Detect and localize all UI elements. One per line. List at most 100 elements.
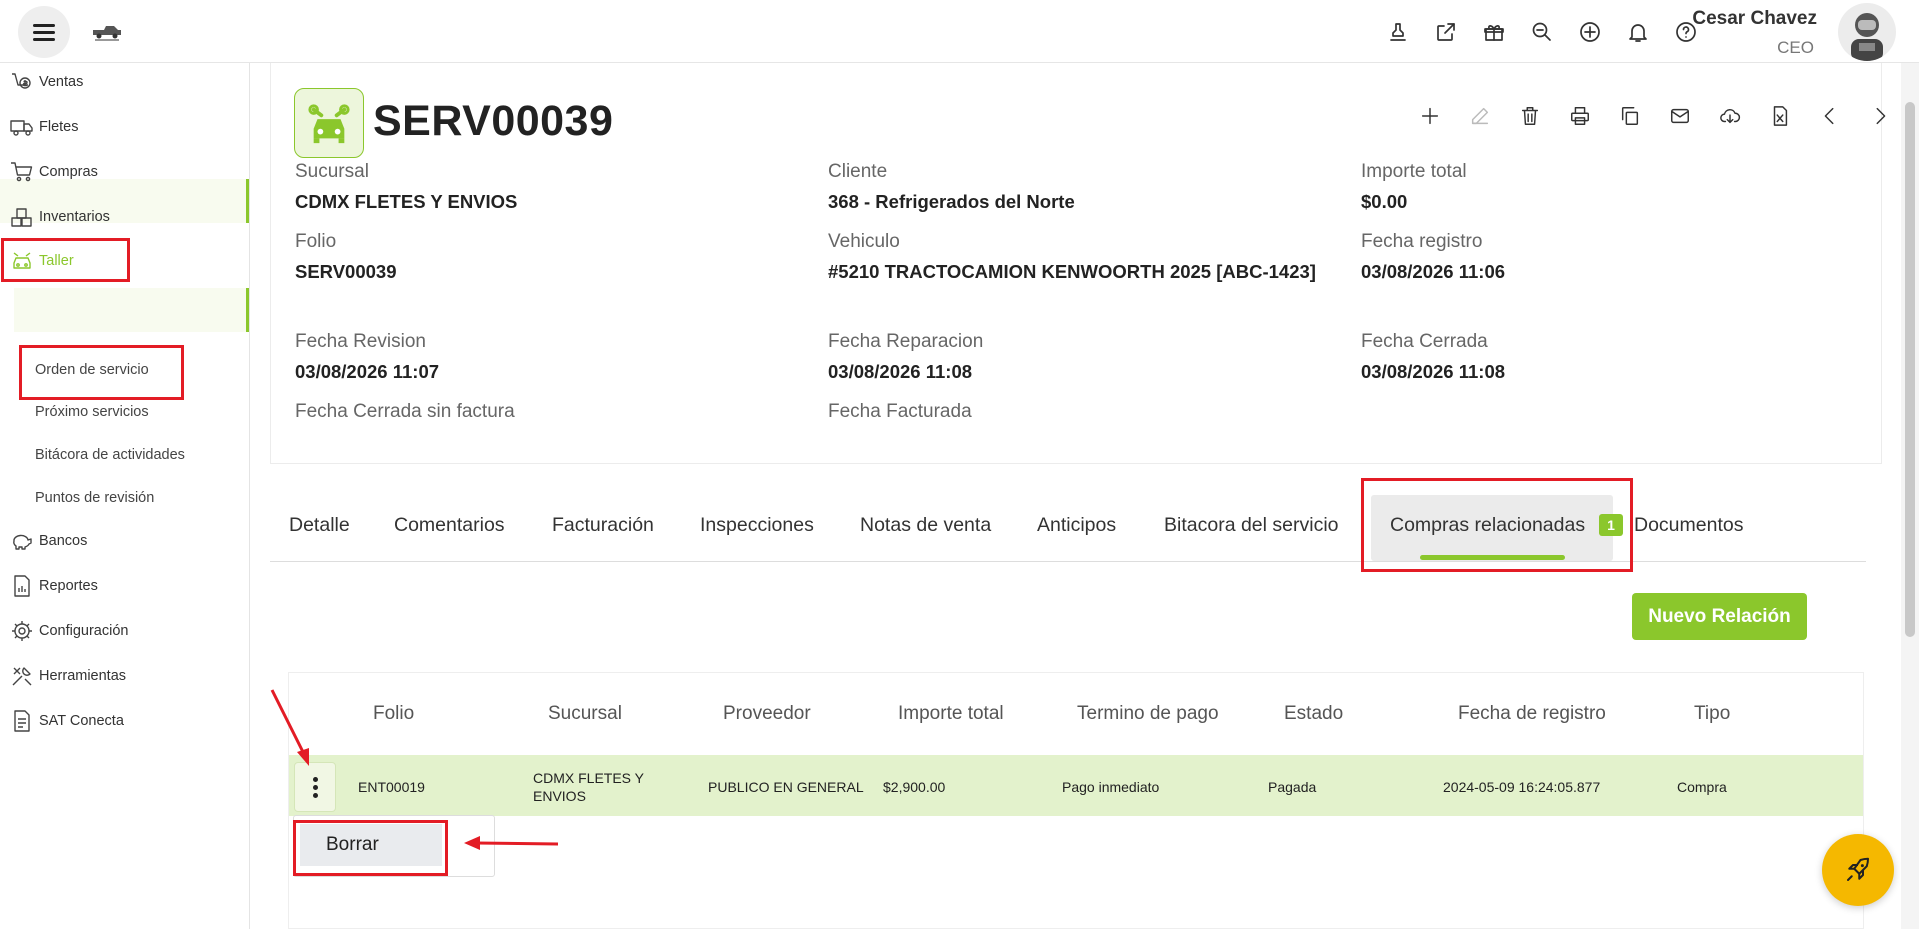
user-role: CEO [1777, 38, 1814, 57]
sidebar-item-herramientas[interactable]: Herramientas [10, 662, 126, 690]
bell-icon[interactable] [1620, 14, 1656, 50]
hamburger-line [33, 24, 55, 27]
tab-anticipos[interactable]: Anticipos [1037, 514, 1116, 537]
copy-icon[interactable] [1605, 100, 1655, 132]
column-header-importe[interactable]: Importe total [898, 703, 1004, 725]
mail-icon[interactable] [1655, 100, 1705, 132]
tab-detalle[interactable]: Detalle [289, 514, 350, 537]
column-header-tipo[interactable]: Tipo [1694, 703, 1730, 725]
sidebar-item-label: Herramientas [39, 668, 127, 684]
chevron-right-icon[interactable] [1855, 100, 1905, 132]
report-icon [14, 575, 30, 597]
submenu-item-bitacora[interactable]: Bitácora de actividades [35, 444, 185, 467]
field-label-sucursal: Sucursal [295, 161, 369, 182]
chevron-left-icon[interactable] [1805, 100, 1855, 132]
field-label-cliente: Cliente [828, 161, 888, 182]
sidebar-item-label: Ventas [39, 74, 84, 90]
column-header-sucursal[interactable]: Sucursal [548, 703, 622, 725]
sidebar-item-label: Compras [39, 164, 98, 180]
cell-proveedor: PUBLICO EN GENERAL [708, 779, 864, 795]
cell-sucursal: CDMX FLETES Y ENVIOS [533, 770, 644, 804]
cell-tipo: Compra [1677, 779, 1727, 795]
top-icon-bar [1380, 14, 1704, 50]
scrollbar-thumb[interactable] [1905, 102, 1915, 637]
tab-bitacora-del-servicio[interactable]: Bitacora del servicio [1164, 514, 1339, 537]
field-label-fecha-cerrada: Fecha Cerrada [1361, 331, 1488, 352]
new-relation-button[interactable]: Nuevo Relación [1632, 593, 1807, 640]
piggy-bank-icon [13, 534, 32, 550]
tab-facturacion[interactable]: Facturación [552, 514, 654, 537]
app-root: Cesar Chavez CEO Ventas Fletes Compras I… [0, 0, 1919, 929]
user-name[interactable]: Cesar Chavez [1692, 8, 1817, 30]
company-logo[interactable] [90, 22, 124, 44]
sidebar-item-reportes[interactable]: Reportes [10, 572, 98, 600]
field-label-importe: Importe total [1361, 161, 1467, 182]
field-value-fecha-revision: 03/08/2026 11:07 [295, 361, 440, 382]
sales-icon [12, 73, 31, 89]
submenu-item-proximo-servicios[interactable]: Próximo servicios [35, 401, 149, 424]
field-label-vehiculo: Vehiculo [828, 231, 900, 252]
print-icon[interactable] [1555, 100, 1605, 132]
submenu-active-highlight [14, 288, 249, 332]
field-label-fecha-facturada: Fecha Facturada [828, 401, 972, 422]
sidebar-item-label: Inventarios [39, 209, 110, 225]
sidebar-item-bancos[interactable]: Bancos [10, 527, 87, 555]
sidebar-item-compras[interactable]: Compras [10, 158, 98, 186]
field-value-vehiculo: #5210 TRACTOCAMION KENWOORTH 2025 [ABC-1… [828, 261, 1316, 282]
column-header-estado[interactable]: Estado [1284, 703, 1343, 725]
excel-icon[interactable] [1755, 100, 1805, 132]
sidebar-item-configuracion[interactable]: Configuración [10, 617, 128, 645]
column-header-termino[interactable]: Termino de pago [1077, 703, 1219, 725]
column-header-proveedor[interactable]: Proveedor [723, 703, 811, 725]
cell-folio: ENT00019 [358, 779, 425, 795]
tab-documentos[interactable]: Documentos [1634, 514, 1743, 537]
sidebar-item-sat-conecta[interactable]: SAT Conecta [10, 707, 124, 735]
field-label-fecha-registro: Fecha registro [1361, 231, 1483, 252]
car-service-icon [294, 88, 364, 158]
document-icon [14, 710, 30, 732]
hamburger-menu-button[interactable] [18, 6, 70, 58]
sidebar-item-inventarios[interactable]: Inventarios [10, 203, 110, 231]
column-header-fecha[interactable]: Fecha de registro [1458, 703, 1606, 725]
zoom-search-icon[interactable] [1524, 14, 1560, 50]
gear-icon [12, 621, 32, 641]
external-link-icon[interactable] [1428, 14, 1464, 50]
tab-inspecciones[interactable]: Inspecciones [700, 514, 814, 537]
field-label-fecha-cerrada-sin-factura: Fecha Cerrada sin factura [295, 401, 515, 422]
sidebar-item-fletes[interactable]: Fletes [10, 113, 79, 141]
sidebar-item-label: Configuración [39, 623, 129, 639]
rocket-fab-button[interactable] [1822, 834, 1894, 906]
column-header-folio[interactable]: Folio [373, 703, 414, 725]
edit-icon[interactable] [1455, 100, 1505, 132]
cell-estado: Pagada [1268, 779, 1317, 795]
sidebar-item-ventas[interactable]: Ventas [10, 68, 83, 96]
submenu-item-puntos-revision[interactable]: Puntos de revisión [35, 487, 154, 510]
gift-icon[interactable] [1476, 14, 1512, 50]
highlight-box-delete [293, 820, 448, 876]
stamp-icon[interactable] [1380, 14, 1416, 50]
field-value-cliente: 368 - Refrigerados del Norte [828, 191, 1075, 212]
highlight-box-orden [19, 345, 184, 400]
add-icon[interactable] [1405, 100, 1455, 132]
cell-termino: Pago inmediato [1062, 779, 1160, 795]
tab-comentarios[interactable]: Comentarios [394, 514, 505, 537]
row-actions-kebab-icon[interactable] [294, 762, 336, 812]
trash-icon[interactable] [1505, 100, 1555, 132]
field-label-fecha-reparacion: Fecha Reparacion [828, 331, 984, 352]
cloud-download-icon[interactable] [1705, 100, 1755, 132]
top-bar: Cesar Chavez CEO [0, 0, 1919, 63]
rocket-icon [1847, 857, 1869, 881]
cell-importe: $2,900.00 [883, 779, 946, 795]
page-title: SERV00039 [373, 97, 614, 145]
cart-icon [11, 162, 33, 182]
avatar[interactable] [1838, 3, 1896, 61]
tools-icon [12, 667, 32, 686]
field-value-sucursal: CDMX FLETES Y ENVIOS [295, 191, 518, 212]
cell-fecha: 2024-05-09 16:24:05.877 [1443, 779, 1601, 795]
tab-notas-de-venta[interactable]: Notas de venta [860, 514, 991, 537]
field-value-fecha-reparacion: 03/08/2026 11:08 [828, 361, 973, 382]
field-label-folio: Folio [295, 231, 337, 252]
plus-circle-icon[interactable] [1572, 14, 1608, 50]
truck-icon [10, 120, 33, 136]
sidebar-item-label: Reportes [39, 578, 98, 594]
